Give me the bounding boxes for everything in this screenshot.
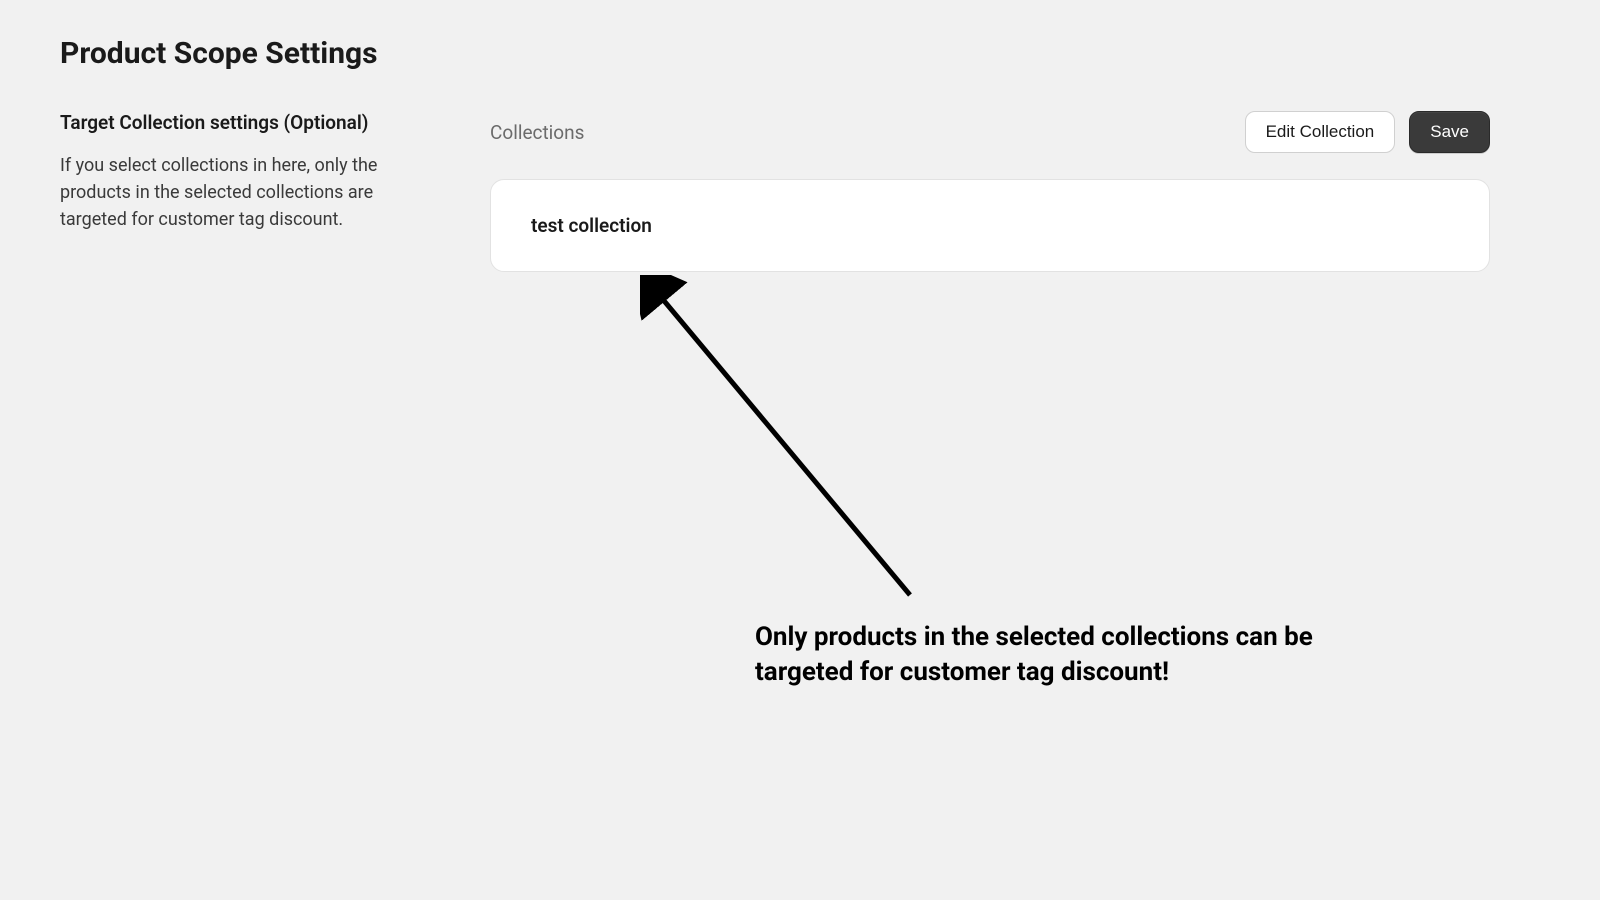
section-description: If you select collections in here, only …	[60, 152, 430, 233]
page-title: Product Scope Settings	[60, 36, 1540, 71]
left-column: Target Collection settings (Optional) If…	[60, 111, 430, 272]
collection-item: test collection	[531, 214, 1449, 237]
arrow-icon	[640, 275, 940, 615]
section-heading: Target Collection settings (Optional)	[60, 111, 430, 134]
content-row: Target Collection settings (Optional) If…	[60, 111, 1540, 272]
edit-collection-button[interactable]: Edit Collection	[1245, 111, 1396, 153]
page-root: Product Scope Settings Target Collection…	[0, 0, 1600, 900]
collections-card: test collection	[490, 179, 1490, 272]
save-button[interactable]: Save	[1409, 111, 1490, 153]
right-column: Collections Edit Collection Save test co…	[490, 111, 1490, 272]
right-header: Collections Edit Collection Save	[490, 111, 1490, 153]
button-group: Edit Collection Save	[1245, 111, 1490, 153]
annotation-text: Only products in the selected collection…	[755, 620, 1375, 690]
collections-label: Collections	[490, 121, 584, 144]
